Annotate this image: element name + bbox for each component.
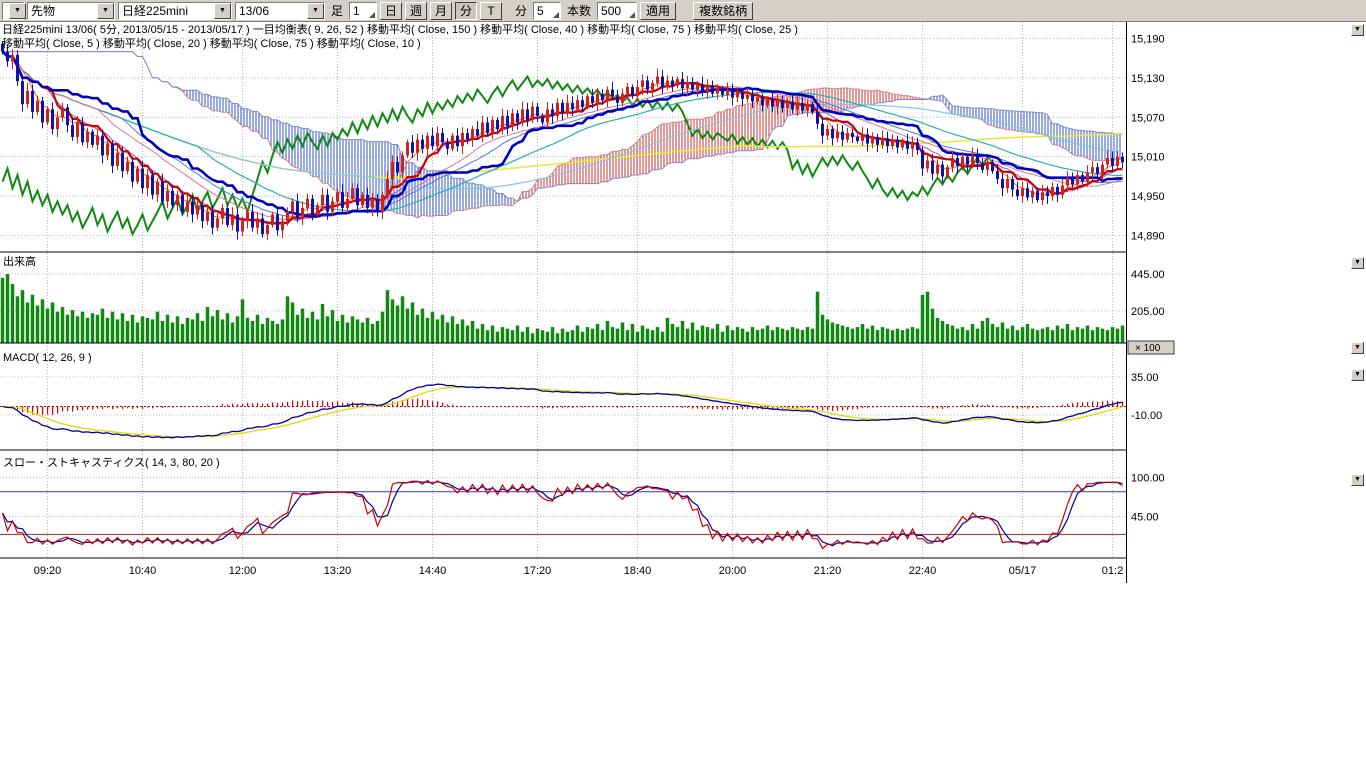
apply-button[interactable]: 適用 [640, 2, 676, 20]
spinner-grip-icon[interactable] [553, 12, 559, 18]
period-day-button[interactable]: 日 [380, 2, 402, 20]
bar-type-label: 足 [331, 2, 343, 19]
period-minute-button[interactable]: 分 [455, 2, 477, 20]
price-tick-label: 15,070 [1131, 112, 1165, 124]
stoch-panel-title: スロー・ストキャスティクス( 14, 3, 80, 20 ) [3, 456, 220, 469]
macd-tick-label: -10.00 [1131, 410, 1162, 422]
price-tick-label: 15,190 [1131, 33, 1165, 45]
volume-panel-title: 出来高 [3, 254, 36, 268]
time-tick-label: 22:40 [909, 565, 937, 577]
bar-count-label: 本数 [567, 2, 591, 19]
instrument-type-value: 先物 [28, 2, 97, 19]
instrument-type-select[interactable]: 先物 ▼ [27, 2, 115, 20]
volume-unit-label: × 100 [1135, 343, 1161, 354]
window-select[interactable]: ▼ [2, 2, 24, 20]
minutes-value: 5 [537, 4, 544, 18]
time-tick-label: 13:20 [324, 565, 352, 577]
period-month-button[interactable]: 月 [430, 2, 452, 20]
stoch-tick-label: 45.00 [1131, 512, 1159, 524]
toolbar: ▼ 先物 ▼ 日経225mini ▼ 13/06 ▼ 足 1 日 週 月 分 T… [0, 0, 1366, 22]
price-tick-label: 15,010 [1131, 152, 1165, 164]
time-tick-label: 12:00 [229, 565, 257, 577]
spinner-grip-icon[interactable] [369, 12, 375, 18]
time-tick-label: 09:20 [34, 565, 62, 577]
stoch-tick-label: 100.00 [1131, 473, 1165, 485]
chart-canvas[interactable]: 15,190 15,130 15,070 15,010 14,950 14,890 445.… [0, 0, 1366, 600]
time-tick-label: 17:20 [524, 565, 552, 577]
bar-multiplier-value: 1 [353, 4, 360, 18]
time-tick-label: 18:40 [624, 565, 652, 577]
stoch-axis-scale-button[interactable]: ▼ [1351, 474, 1364, 486]
bar-count-value: 500 [601, 4, 621, 18]
spinner-grip-icon[interactable] [629, 12, 635, 18]
chevron-down-icon: ▼ [97, 3, 114, 19]
time-tick-label: 10:40 [129, 565, 157, 577]
time-tick-label: 14:40 [419, 565, 447, 577]
time-tick-label: 21:20 [814, 565, 842, 577]
chevron-down-icon: ▼ [9, 3, 26, 19]
bar-count-spinner[interactable]: 500 [597, 2, 637, 20]
symbol-select[interactable]: 日経225mini ▼ [118, 2, 232, 20]
minutes-spinner[interactable]: 5 [533, 2, 561, 20]
macd-axis-scale-button[interactable]: ▼ [1351, 369, 1364, 381]
volume-tick-label: 205.00 [1131, 306, 1165, 318]
minutes-label: 分 [515, 2, 527, 19]
plot-area [0, 22, 1126, 558]
time-tick-label: 05/17 [1009, 565, 1037, 577]
period-tick-button[interactable]: T [480, 2, 502, 20]
time-tick-label: 01:2 [1102, 565, 1123, 577]
volume-axis-scale-button[interactable]: ▼ [1351, 257, 1364, 269]
price-tick-label: 15,130 [1131, 73, 1165, 85]
macd-tick-label: 35.00 [1131, 372, 1159, 384]
price-tick-label: 14,950 [1131, 191, 1165, 203]
chevron-down-icon: ▼ [307, 3, 324, 19]
symbol-value: 日経225mini [119, 2, 214, 19]
multi-symbol-button[interactable]: 複数銘柄 [693, 2, 753, 20]
price-axis-scale-button[interactable]: ▼ [1351, 24, 1364, 36]
contract-month-select[interactable]: 13/06 ▼ [235, 2, 325, 20]
period-week-button[interactable]: 週 [405, 2, 427, 20]
volume-tick-label: 445.00 [1131, 269, 1165, 281]
chevron-down-icon: ▼ [214, 3, 231, 19]
contract-month-value: 13/06 [236, 4, 307, 18]
price-tick-label: 14,890 [1131, 231, 1165, 243]
volume-unit-scale-button[interactable]: ▼ [1351, 342, 1364, 354]
macd-panel-title: MACD( 12, 26, 9 ) [3, 352, 92, 364]
chart-header-line1: 日経225mini 13/06( 5分, 2013/05/15 - 2013/0… [2, 22, 798, 36]
chart-header-line2: 移動平均( Close, 5 ) 移動平均( Close, 20 ) 移動平均(… [2, 36, 421, 50]
time-tick-label: 20:00 [719, 565, 747, 577]
bar-multiplier-spinner[interactable]: 1 [349, 2, 377, 20]
